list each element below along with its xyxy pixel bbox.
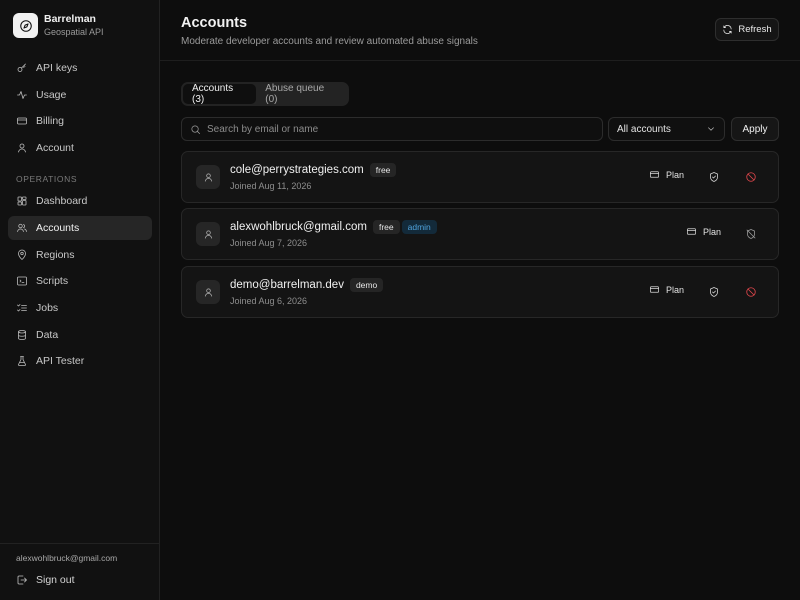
- refresh-label: Refresh: [738, 24, 772, 35]
- code-icon: [16, 275, 36, 287]
- refresh-button[interactable]: Refresh: [715, 18, 779, 41]
- joined-date: Joined Aug 11, 2026: [230, 181, 312, 191]
- plan-label: Plan: [666, 284, 685, 295]
- admin-badge: admin: [401, 220, 437, 234]
- search-input[interactable]: [207, 123, 587, 135]
- map-pin-icon: [16, 249, 36, 261]
- header-divider: [160, 60, 800, 61]
- user-icon: [203, 172, 214, 183]
- sidebar-item-label: API keys: [36, 62, 78, 74]
- sidebar-item-scripts[interactable]: Scripts: [8, 269, 152, 293]
- tab-accounts[interactable]: Accounts (3): [183, 83, 257, 105]
- sidebar-item-dashboard[interactable]: Dashboard: [8, 189, 152, 213]
- sidebar-item-usage[interactable]: Usage: [8, 83, 152, 107]
- joined-date: Joined Aug 7, 2026: [230, 238, 308, 248]
- joined-date: Joined Aug 6, 2026: [230, 296, 308, 306]
- search-field[interactable]: [181, 117, 603, 141]
- sidebar-item-accounts[interactable]: Accounts: [8, 216, 152, 240]
- refresh-icon: [722, 24, 738, 35]
- plan-label: Plan: [666, 169, 685, 180]
- ban-icon[interactable]: [745, 171, 757, 183]
- avatar: [196, 222, 220, 246]
- change-plan-button[interactable]: Plan: [686, 226, 721, 237]
- account-email: demo@barrelman.dev: [230, 279, 344, 291]
- shield-check-icon[interactable]: [708, 286, 720, 298]
- sidebar-item-label: Dashboard: [36, 195, 88, 207]
- sidebar-item-api-keys[interactable]: API keys: [8, 56, 152, 80]
- user-icon: [203, 229, 214, 240]
- users-icon: [16, 222, 36, 234]
- sidebar-item-label: Account: [36, 142, 74, 154]
- sidebar-item-data[interactable]: Data: [8, 323, 152, 347]
- search-icon: [190, 124, 207, 135]
- divider: [0, 543, 159, 544]
- user-icon: [203, 287, 214, 298]
- brand-subtitle: Geospatial API: [44, 27, 104, 37]
- change-plan-button[interactable]: Plan: [649, 169, 684, 180]
- avatar: [196, 165, 220, 189]
- activity-icon: [16, 89, 36, 101]
- sign-out-button[interactable]: Sign out: [8, 569, 152, 591]
- sidebar-item-label: Data: [36, 329, 59, 341]
- tab-abuse-queue[interactable]: Abuse queue (0): [256, 83, 347, 105]
- sign-out-label: Sign out: [36, 574, 75, 586]
- ban-icon[interactable]: [745, 286, 757, 298]
- user-email: alexwohlbruck@gmail.com: [16, 553, 118, 563]
- plan-badge: free: [372, 220, 400, 234]
- plan-badge: free: [369, 163, 397, 177]
- account-filter-select[interactable]: All accounts: [608, 117, 725, 141]
- sidebar-item-label: Accounts: [36, 222, 80, 234]
- flask-icon: [16, 355, 36, 367]
- account-card: alexwohlbruck@gmail.com free admin Joine…: [181, 208, 779, 260]
- nav-section-label: OPERATIONS: [16, 174, 78, 184]
- database-icon: [16, 329, 36, 341]
- plan-badge: demo: [349, 278, 384, 292]
- log-out-icon: [16, 574, 36, 586]
- sidebar-item-jobs[interactable]: Jobs: [8, 296, 152, 320]
- sidebar-item-label: Jobs: [36, 302, 59, 314]
- apply-button[interactable]: Apply: [731, 117, 779, 141]
- brand-name: Barrelman: [44, 13, 96, 25]
- shield-check-icon[interactable]: [708, 171, 720, 183]
- compass-icon: [13, 13, 38, 38]
- change-plan-button[interactable]: Plan: [649, 284, 684, 295]
- account-email: alexwohlbruck@gmail.com: [230, 221, 367, 233]
- page-title: Accounts: [181, 15, 248, 31]
- sidebar-item-label: API Tester: [36, 355, 85, 367]
- sidebar-item-billing[interactable]: Billing: [8, 109, 152, 133]
- brand[interactable]: Barrelman Geospatial API: [13, 13, 104, 38]
- list-checks-icon: [16, 302, 36, 314]
- credit-card-icon: [16, 115, 36, 127]
- select-value: All accounts: [617, 123, 671, 135]
- chevron-down-icon: [706, 124, 716, 134]
- dashboard-icon: [16, 195, 36, 207]
- credit-card-icon: [649, 169, 666, 180]
- key-icon: [16, 62, 36, 74]
- credit-card-icon: [649, 284, 666, 295]
- shield-off-icon[interactable]: [745, 228, 757, 240]
- sidebar: Barrelman Geospatial API API keys Usage …: [0, 0, 160, 600]
- sidebar-item-account[interactable]: Account: [8, 136, 152, 160]
- user-icon: [16, 142, 36, 154]
- avatar: [196, 280, 220, 304]
- sidebar-item-api-tester[interactable]: API Tester: [8, 349, 152, 373]
- account-email: cole@perrystrategies.com: [230, 164, 364, 176]
- sidebar-item-regions[interactable]: Regions: [8, 243, 152, 267]
- tab-bar: Accounts (3) Abuse queue (0): [181, 82, 349, 106]
- sidebar-item-label: Scripts: [36, 275, 69, 287]
- account-card: demo@barrelman.dev demo Joined Aug 6, 20…: [181, 266, 779, 318]
- plan-label: Plan: [703, 226, 722, 237]
- sidebar-item-label: Billing: [36, 115, 65, 127]
- page-subtitle: Moderate developer accounts and review a…: [181, 36, 478, 47]
- sidebar-item-label: Regions: [36, 249, 75, 261]
- credit-card-icon: [686, 226, 703, 237]
- account-card: cole@perrystrategies.com free Joined Aug…: [181, 151, 779, 203]
- sidebar-item-label: Usage: [36, 89, 67, 101]
